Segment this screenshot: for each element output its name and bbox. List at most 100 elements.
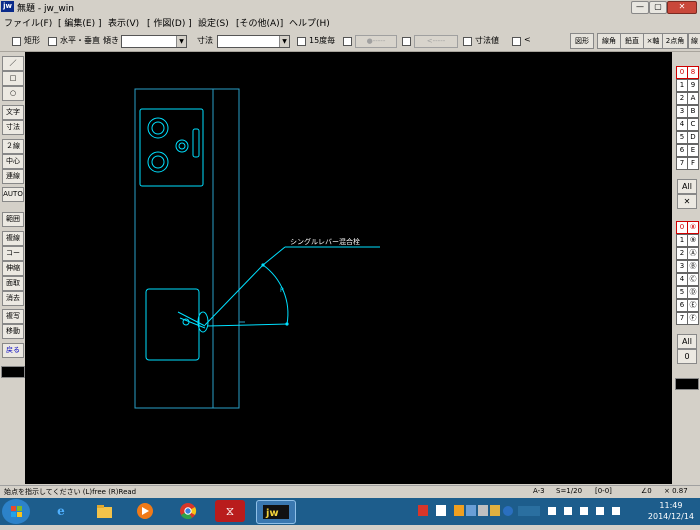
media-player-icon[interactable] bbox=[130, 500, 160, 522]
line-type-indicator[interactable] bbox=[1, 366, 25, 378]
status-paper[interactable]: A-3 bbox=[533, 487, 545, 495]
group-btn-c[interactable]: Ⓒ bbox=[687, 273, 699, 286]
layer-btn-e[interactable]: E bbox=[687, 144, 699, 157]
tool-stretch[interactable]: 伸縮 bbox=[2, 261, 24, 276]
jw-cad-icon[interactable]: jw bbox=[256, 500, 296, 524]
window-title: 無題 - jw_win bbox=[17, 4, 74, 14]
status-zoom[interactable]: × 0.87 bbox=[664, 487, 688, 495]
tool-connect-line[interactable]: 連線 bbox=[2, 169, 24, 184]
tool-rect[interactable]: □ bbox=[2, 71, 24, 86]
rect-checkbox[interactable] bbox=[12, 37, 21, 46]
title-bar: jw 無題 - jw_win — ▢ ✕ bbox=[0, 0, 700, 15]
menu-view[interactable]: 表示(V) bbox=[108, 16, 139, 29]
tool-line[interactable]: ／ bbox=[2, 56, 24, 71]
tool-circle[interactable]: ○ bbox=[2, 86, 24, 101]
status-scale[interactable]: S=1/20 bbox=[556, 487, 582, 495]
tool-corner[interactable]: コーナー bbox=[2, 246, 24, 261]
line-button[interactable]: 線 bbox=[688, 33, 700, 49]
start-button[interactable] bbox=[2, 499, 30, 524]
menu-settings[interactable]: 設定(S) bbox=[198, 16, 229, 29]
group-btn-b[interactable]: Ⓑ bbox=[687, 260, 699, 273]
clock-date: 2014/12/14 bbox=[647, 512, 694, 521]
tool-range[interactable]: 範囲 bbox=[2, 212, 24, 227]
close-button[interactable]: ✕ bbox=[667, 1, 697, 14]
status-bar: 始点を指示してください (L)free (R)Read A-3 S=1/20 [… bbox=[0, 485, 700, 498]
group-btn-f[interactable]: Ⓕ bbox=[687, 312, 699, 325]
layer-btn-8[interactable]: 8 bbox=[687, 66, 699, 79]
tool-undo[interactable]: 戻る bbox=[2, 343, 24, 358]
app-logo-icon: jw bbox=[1, 1, 14, 12]
clock[interactable]: 11:49 2014/12/14 bbox=[648, 500, 694, 522]
dim-label: 寸法 bbox=[197, 36, 213, 45]
status-angle[interactable]: ∠0 bbox=[641, 487, 652, 495]
drawing-canvas[interactable]: R シングルレバー混合栓 bbox=[25, 52, 672, 484]
tool-auto[interactable]: AUTO bbox=[2, 187, 24, 202]
group-btn-8[interactable]: ⑧ bbox=[687, 221, 699, 234]
burner-top-inner bbox=[151, 121, 165, 135]
dot-checkbox[interactable] bbox=[343, 37, 352, 46]
left-tool-palette: ／ □ ○ 文字 寸法 ２線 中心線 連線 AUTO 範囲 複線 コーナー 伸縮… bbox=[0, 52, 25, 484]
tool-dimension[interactable]: 寸法 bbox=[2, 120, 24, 135]
group-btn-e[interactable]: Ⓔ bbox=[687, 299, 699, 312]
angle15-checkbox[interactable] bbox=[297, 37, 306, 46]
burner-bottom-inner bbox=[151, 155, 165, 169]
layer-x-button[interactable]: ✕ bbox=[677, 194, 697, 209]
arc-point-end bbox=[285, 322, 289, 326]
layer-all-button[interactable]: All bbox=[677, 179, 697, 194]
layer-btn-b[interactable]: B bbox=[687, 105, 699, 118]
tool-chamfer[interactable]: 面取 bbox=[2, 276, 24, 291]
layer-btn-d[interactable]: D bbox=[687, 131, 699, 144]
burner-top bbox=[147, 117, 169, 139]
two-point-angle-button[interactable]: 2点角 bbox=[662, 33, 688, 49]
group-all-button[interactable]: All bbox=[677, 334, 697, 349]
tool-offset[interactable]: 複線 bbox=[2, 231, 24, 246]
figure-button[interactable]: 図形 bbox=[570, 33, 594, 49]
minimize-button[interactable]: — bbox=[631, 1, 649, 14]
line-angle-button[interactable]: 線角 bbox=[597, 33, 621, 49]
burner-small-inner bbox=[178, 142, 186, 150]
group-btn-d[interactable]: Ⓓ bbox=[687, 286, 699, 299]
tool-center-line[interactable]: 中心線 bbox=[2, 154, 24, 169]
tool-erase[interactable]: 消去 bbox=[2, 291, 24, 306]
maximize-button[interactable]: ▢ bbox=[649, 1, 667, 14]
dot-line-button[interactable]: ●----- bbox=[355, 35, 397, 48]
layer-indicator[interactable] bbox=[675, 378, 699, 390]
dimvalue-checkbox[interactable] bbox=[463, 37, 472, 46]
lt-checkbox[interactable] bbox=[512, 37, 521, 46]
ie-icon[interactable]: e bbox=[46, 500, 76, 522]
chrome-icon[interactable] bbox=[173, 500, 203, 522]
menu-draw[interactable]: [ 作図(D) ] bbox=[147, 16, 192, 29]
hv-checkbox[interactable] bbox=[48, 37, 57, 46]
leader-line-2 bbox=[262, 246, 286, 266]
tool-double-line[interactable]: ２線 bbox=[2, 139, 24, 154]
menu-file[interactable]: ファイル(F) bbox=[4, 16, 52, 29]
control-toolbar: 矩形 水平・垂直 傾き ▼ 寸法 ▼ 15度毎 ●----- <----- 寸法… bbox=[0, 31, 700, 52]
layer-btn-c[interactable]: C bbox=[687, 118, 699, 131]
dim-combo[interactable]: ▼ bbox=[217, 35, 290, 48]
angle-arc bbox=[262, 264, 289, 325]
tool-copy[interactable]: 複写 bbox=[2, 309, 24, 324]
menu-help[interactable]: ヘルプ(H) bbox=[289, 16, 330, 29]
x-axis-button[interactable]: ×軸 bbox=[643, 33, 663, 49]
status-layer[interactable]: [0-0] bbox=[595, 487, 612, 495]
tilt-label: 傾き bbox=[103, 36, 119, 45]
layer-btn-9[interactable]: 9 bbox=[687, 79, 699, 92]
clock-time: 11:49 bbox=[659, 501, 683, 510]
menu-other[interactable]: [その他(A)] bbox=[236, 16, 283, 29]
arrow-line-button[interactable]: <----- bbox=[414, 35, 458, 48]
vertical-button[interactable]: 鉛直 bbox=[620, 33, 644, 49]
tool-move[interactable]: 移動 bbox=[2, 324, 24, 339]
stove-outline bbox=[139, 108, 204, 187]
folder-icon[interactable] bbox=[89, 500, 119, 522]
arrow-checkbox[interactable] bbox=[402, 37, 411, 46]
acrobat-icon[interactable]: ⧖ bbox=[215, 500, 245, 522]
layer-btn-a[interactable]: A bbox=[687, 92, 699, 105]
menu-edit[interactable]: [ 編集(E) ] bbox=[58, 16, 101, 29]
tilt-combo[interactable]: ▼ bbox=[121, 35, 187, 48]
group-zero-button[interactable]: 0 bbox=[677, 349, 697, 364]
tool-text[interactable]: 文字 bbox=[2, 105, 24, 120]
group-btn-a[interactable]: Ⓐ bbox=[687, 247, 699, 260]
layer-btn-f[interactable]: F bbox=[687, 157, 699, 170]
tray-icons bbox=[518, 502, 628, 520]
group-btn-9[interactable]: ⑨ bbox=[687, 234, 699, 247]
